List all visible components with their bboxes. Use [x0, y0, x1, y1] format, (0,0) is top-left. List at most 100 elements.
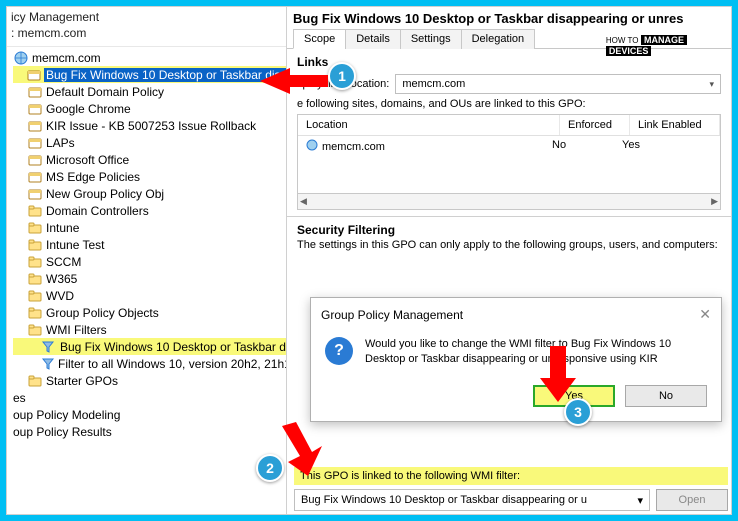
- tree-item-label: Bug Fix Windows 10 Desktop or Taskbar di…: [44, 68, 287, 82]
- tree-item[interactable]: Starter GPOs: [13, 372, 286, 389]
- tree-footer-label: oup Policy Results: [13, 425, 112, 439]
- td-location: memcm.com: [322, 141, 385, 153]
- tree-item[interactable]: LAPs: [13, 134, 286, 151]
- tree-item-label: Starter GPOs: [46, 374, 118, 388]
- tree[interactable]: memcm.com Bug Fix Windows 10 Desktop or …: [7, 47, 286, 442]
- tree-item[interactable]: KIR Issue - KB 5007253 Issue Rollback: [13, 117, 286, 134]
- tree-item[interactable]: W365: [13, 270, 286, 287]
- open-button[interactable]: Open: [656, 489, 728, 511]
- th-location[interactable]: Location: [298, 115, 560, 135]
- tree-item-label: Microsoft Office: [46, 153, 129, 167]
- tree-item-label: New Group Policy Obj: [46, 187, 164, 201]
- close-icon[interactable]: ✕: [699, 306, 711, 323]
- tree-item-label: KIR Issue - KB 5007253 Issue Rollback: [46, 119, 256, 133]
- tree-item[interactable]: Microsoft Office: [13, 151, 286, 168]
- gpo-icon: [27, 152, 43, 168]
- links-note: e following sites, domains, and OUs are …: [297, 98, 721, 110]
- wmi-label: This GPO is linked to the following WMI …: [294, 467, 728, 485]
- gpo-icon: [27, 101, 43, 117]
- links-location-value: memcm.com: [402, 78, 465, 90]
- header-line-1: icy Management: [11, 9, 282, 25]
- links-table[interactable]: Location Enforced Link Enabled memcm.com…: [297, 114, 721, 194]
- tree-header: icy Management : memcm.com: [7, 7, 286, 47]
- tree-item-label: Intune: [46, 221, 79, 235]
- tree-item[interactable]: Intune Test: [13, 236, 286, 253]
- gpo-icon: [27, 169, 43, 185]
- dialog-title: Group Policy Management: [321, 308, 463, 322]
- gpo-icon: [27, 67, 41, 83]
- arrow-icon: [260, 66, 330, 106]
- tab-scope[interactable]: Scope: [293, 29, 346, 49]
- tab-details[interactable]: Details: [345, 29, 401, 49]
- tree-item-label: Google Chrome: [46, 102, 131, 116]
- tree-item-label: SCCM: [46, 255, 81, 269]
- globe-icon: [13, 50, 29, 66]
- tree-item[interactable]: Group Policy Objects: [13, 304, 286, 321]
- tree-item[interactable]: WVD: [13, 287, 286, 304]
- tree-item-label: Domain Controllers: [46, 204, 149, 218]
- tab-delegation[interactable]: Delegation: [461, 29, 536, 49]
- folder-icon: [27, 305, 43, 321]
- folder-icon: [27, 373, 43, 389]
- tree-item-label: WMI Filters: [46, 323, 107, 337]
- tree-item-label: Filter to all Windows 10, version 20h2, …: [58, 357, 287, 371]
- wmi-filter-value: Bug Fix Windows 10 Desktop or Taskbar di…: [301, 494, 587, 506]
- arrow-icon: [278, 422, 328, 478]
- tree-item[interactable]: Bug Fix Windows 10 Desktop or Taskbar di…: [13, 66, 286, 83]
- tree-item[interactable]: MS Edge Policies: [13, 168, 286, 185]
- tree-item[interactable]: Filter to all Windows 10, version 20h2, …: [13, 355, 286, 372]
- ou-icon: [27, 237, 43, 253]
- tree-item-label: Group Policy Objects: [46, 306, 159, 320]
- links-location-combo[interactable]: memcm.com ▾: [395, 74, 721, 94]
- gpo-icon: [27, 118, 43, 134]
- globe-icon: [306, 139, 318, 154]
- tree-item[interactable]: New Group Policy Obj: [13, 185, 286, 202]
- tree-item[interactable]: Google Chrome: [13, 100, 286, 117]
- tree-item-label: Bug Fix Windows 10 Desktop or Taskbar di…: [58, 340, 287, 354]
- h-scrollbar[interactable]: ◀▶: [297, 194, 721, 210]
- gpo-icon: [27, 135, 43, 151]
- tree-item-label: MS Edge Policies: [46, 170, 140, 184]
- th-enforced[interactable]: Enforced: [560, 115, 630, 135]
- tree-item[interactable]: Domain Controllers: [13, 202, 286, 219]
- tree-pane: icy Management : memcm.com memcm.com Bug…: [7, 7, 287, 514]
- tree-item-label: Intune Test: [46, 238, 105, 252]
- ou-icon: [27, 254, 43, 270]
- ou-icon: [27, 203, 43, 219]
- chevron-down-icon: ▾: [709, 79, 714, 90]
- callout-badge-1: 1: [328, 62, 356, 90]
- chevron-down-icon: ▾: [637, 494, 643, 507]
- ou-icon: [27, 220, 43, 236]
- ou-icon: [27, 271, 43, 287]
- th-link-enabled[interactable]: Link Enabled: [630, 115, 720, 135]
- filter-icon: [41, 356, 55, 372]
- confirm-dialog: Group Policy Management ✕ ? Would you li…: [310, 297, 722, 422]
- security-heading: Security Filtering: [287, 217, 731, 239]
- tree-footer-item[interactable]: es: [13, 389, 286, 406]
- tree-footer-label: oup Policy Modeling: [13, 408, 120, 422]
- tree-footer-item[interactable]: oup Policy Modeling: [13, 406, 286, 423]
- wmi-filter-combo[interactable]: Bug Fix Windows 10 Desktop or Taskbar di…: [294, 489, 650, 511]
- security-text: The settings in this GPO can only apply …: [287, 239, 731, 251]
- tree-root-label: memcm.com: [32, 51, 101, 65]
- tab-settings[interactable]: Settings: [400, 29, 462, 49]
- tree-footer-label: es: [13, 391, 26, 405]
- brand-logo: HOW TO MANAGE DEVICES: [606, 35, 687, 57]
- tree-item[interactable]: Bug Fix Windows 10 Desktop or Taskbar di…: [13, 338, 286, 355]
- gpo-icon: [27, 186, 43, 202]
- filter-icon: [41, 339, 55, 355]
- table-row[interactable]: memcm.com No Yes: [298, 136, 720, 157]
- table-header: Location Enforced Link Enabled: [298, 115, 720, 136]
- tree-footer-item[interactable]: oup Policy Results: [13, 423, 286, 440]
- tree-item-label: W365: [46, 272, 77, 286]
- no-button[interactable]: No: [625, 385, 707, 407]
- tree-item[interactable]: SCCM: [13, 253, 286, 270]
- question-icon: ?: [325, 337, 353, 365]
- tree-item[interactable]: WMI Filters: [13, 321, 286, 338]
- wmi-filter-section: This GPO is linked to the following WMI …: [294, 467, 728, 511]
- ou-icon: [27, 288, 43, 304]
- dialog-message: Would you like to change the WMI filter …: [365, 337, 707, 367]
- tree-root[interactable]: memcm.com: [13, 49, 286, 66]
- tree-item[interactable]: Intune: [13, 219, 286, 236]
- tree-item[interactable]: Default Domain Policy: [13, 83, 286, 100]
